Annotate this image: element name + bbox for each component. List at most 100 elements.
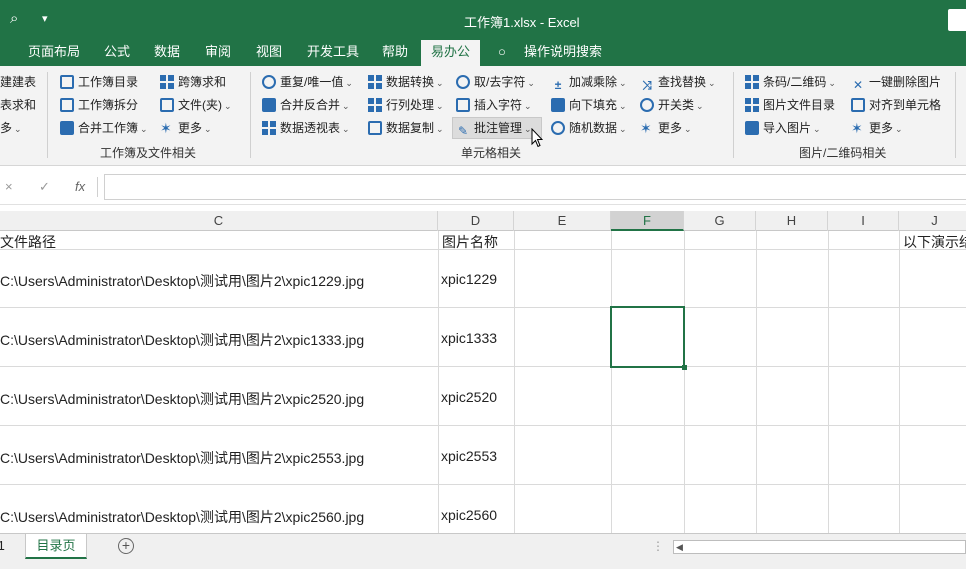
account-button[interactable]: [948, 9, 966, 31]
print-preview-icon[interactable]: ⌕: [10, 10, 18, 27]
column-header-e[interactable]: E: [514, 211, 611, 231]
ribbon-merge-workbook[interactable]: 合并工作簿 ⌄: [60, 118, 148, 138]
label: 对齐到单元格: [869, 98, 942, 112]
cell-d-header[interactable]: 图片名称: [442, 232, 498, 252]
tab-review[interactable]: 审阅: [205, 40, 231, 66]
sheet-tab-directory[interactable]: 目录页: [25, 534, 87, 559]
label: 取/去字符: [474, 75, 526, 89]
tab-page-layout[interactable]: 页面布局: [28, 40, 80, 66]
column-header-c[interactable]: C: [0, 211, 438, 231]
tab-data[interactable]: 数据: [154, 40, 180, 66]
group-label-images: 图片/二维码相关: [799, 146, 887, 160]
ribbon-duplicate-unique[interactable]: 重复/唯一值 ⌄: [262, 72, 353, 92]
label: 批注管理: [474, 121, 523, 135]
worksheet-grid[interactable]: 文件路径 图片名称 以下演示结 C:\Users\Administrator\D…: [0, 231, 966, 533]
ribbon-fill-down[interactable]: 向下填充 ⌄: [551, 95, 627, 115]
cell-j-header[interactable]: 以下演示结: [903, 232, 966, 252]
tell-me-icon[interactable]: ○: [498, 40, 506, 66]
ribbon-take-remove-chars[interactable]: 取/去字符 ⌄: [456, 72, 535, 92]
cell-c-path[interactable]: C:\Users\Administrator\Desktop\测试用\图片2\x…: [0, 330, 364, 350]
column-header-f[interactable]: F: [611, 211, 684, 231]
label: 工作簿拆分: [78, 98, 139, 112]
label: 开关类: [658, 98, 695, 112]
ribbon-delete-images[interactable]: ✕ 一键删除图片: [851, 72, 941, 92]
pen-icon: ✎: [457, 124, 469, 138]
cell-d-name[interactable]: xpic1229: [441, 271, 497, 287]
cell-d-name[interactable]: xpic2553: [441, 448, 497, 464]
insert-function-icon[interactable]: fx: [75, 179, 85, 194]
ribbon-find-replace[interactable]: ⤨ 查找替换 ⌄: [640, 72, 715, 92]
ribbon-more-2[interactable]: 更多⌄: [640, 118, 692, 138]
tab-formulas[interactable]: 公式: [104, 40, 130, 66]
column-header-j[interactable]: J: [899, 211, 966, 231]
cell-d-name[interactable]: xpic2520: [441, 389, 497, 405]
ribbon-data-copy[interactable]: 数据复制 ⌄: [368, 118, 444, 138]
sheet-tab-partial[interactable]: t1: [0, 534, 5, 559]
ribbon-insert-chars[interactable]: 插入字符 ⌄: [456, 95, 532, 115]
enter-icon[interactable]: ✓: [39, 179, 50, 195]
tab-yibangong[interactable]: 易办公: [421, 40, 481, 66]
gridline: [828, 231, 829, 533]
cancel-icon[interactable]: ×: [5, 179, 13, 194]
group-label-cells: 单元格相关: [461, 146, 522, 160]
ribbon-split-workbook[interactable]: 工作簿拆分: [60, 95, 138, 115]
cell-c-path[interactable]: C:\Users\Administrator\Desktop\测试用\图片2\x…: [0, 271, 364, 291]
sheet-tabs-bar: t1 目录页 + ⋮ ◀: [0, 533, 966, 559]
label: 文件(夹): [178, 98, 222, 112]
dropdown-arrow-icon: ⌄: [436, 78, 444, 88]
tab-splitter-handle[interactable]: ⋮: [652, 539, 664, 553]
column-header-h[interactable]: H: [756, 211, 828, 231]
ribbon-cross-workbook-sum[interactable]: 跨簿求和: [160, 72, 226, 92]
cell-d-name[interactable]: xpic2560: [441, 507, 497, 523]
tab-view[interactable]: 视图: [256, 40, 282, 66]
cell-c-header[interactable]: 文件路径: [0, 232, 56, 252]
ribbon-row-col-process[interactable]: 行列处理 ⌄: [368, 95, 444, 115]
convert-icon: [368, 75, 382, 89]
scroll-left-icon[interactable]: ◀: [676, 542, 683, 553]
add-sheet-icon[interactable]: +: [118, 538, 134, 554]
ribbon-item-more-0[interactable]: 多 ⌄: [0, 118, 22, 138]
ribbon-more-3[interactable]: 更多⌄: [851, 118, 903, 138]
cell-c-path[interactable]: C:\Users\Administrator\Desktop\测试用\图片2\x…: [0, 507, 364, 527]
label: 向下填充: [569, 98, 618, 112]
tab-help[interactable]: 帮助: [382, 40, 408, 66]
mouse-cursor-icon: [531, 128, 543, 148]
pivot-icon: [262, 121, 276, 135]
ribbon-comment-manage[interactable]: ✎ 批注管理 ⌄: [456, 118, 532, 138]
ribbon-merge-unmerge[interactable]: 合并反合并 ⌄: [262, 95, 350, 115]
ribbon-more-1[interactable]: 更多⌄: [160, 118, 212, 138]
ribbon-item-new-table[interactable]: 建建表: [0, 72, 36, 92]
label: 加减乘除: [569, 75, 618, 89]
ribbon-workbook-directory[interactable]: 工作簿目录: [60, 72, 138, 92]
ribbon-align-to-cell[interactable]: 对齐到单元格: [851, 95, 941, 115]
cell-d-name[interactable]: xpic1333: [441, 330, 497, 346]
quick-access-dropdown-icon[interactable]: ▾: [42, 12, 48, 25]
cell-c-path[interactable]: C:\Users\Administrator\Desktop\测试用\图片2\x…: [0, 448, 364, 468]
ribbon-barcode-qr[interactable]: 条码/二维码 ⌄: [745, 72, 836, 92]
ribbon-import-image[interactable]: 导入图片 ⌄: [745, 118, 821, 138]
ribbon-arithmetic[interactable]: ± 加减乘除 ⌄: [551, 72, 627, 92]
column-header-g[interactable]: G: [684, 211, 756, 231]
label: 导入图片: [763, 121, 812, 135]
ribbon-data-convert[interactable]: 数据转换 ⌄: [368, 72, 444, 92]
tab-developer[interactable]: 开发工具: [307, 40, 359, 66]
ribbon-image-directory[interactable]: 图片文件目录: [745, 95, 835, 115]
tab-tell-me[interactable]: 操作说明搜索: [524, 40, 602, 66]
more-icon: [160, 118, 174, 138]
chars-icon: [456, 75, 470, 89]
ribbon-file-folder[interactable]: 文件(夹) ⌄: [160, 95, 232, 115]
label: 条码/二维码: [763, 75, 827, 89]
ribbon-item-sum-tables[interactable]: 表求和: [0, 95, 36, 115]
column-header-i[interactable]: I: [828, 211, 899, 231]
divider: [97, 177, 98, 197]
label: 合并反合并: [280, 98, 341, 112]
dropdown-arrow-icon: ⌄: [14, 124, 22, 134]
formula-input[interactable]: [104, 174, 966, 200]
cell-c-path[interactable]: C:\Users\Administrator\Desktop\测试用\图片2\x…: [0, 389, 364, 409]
ribbon-switches[interactable]: 开关类 ⌄: [640, 95, 704, 115]
ribbon-pivot-table[interactable]: 数据透视表 ⌄: [262, 118, 350, 138]
ribbon-random-data[interactable]: 随机数据 ⌄: [551, 118, 627, 138]
active-cell-selection[interactable]: [610, 306, 687, 370]
horizontal-scrollbar[interactable]: ◀: [673, 540, 966, 554]
column-header-d[interactable]: D: [438, 211, 514, 231]
